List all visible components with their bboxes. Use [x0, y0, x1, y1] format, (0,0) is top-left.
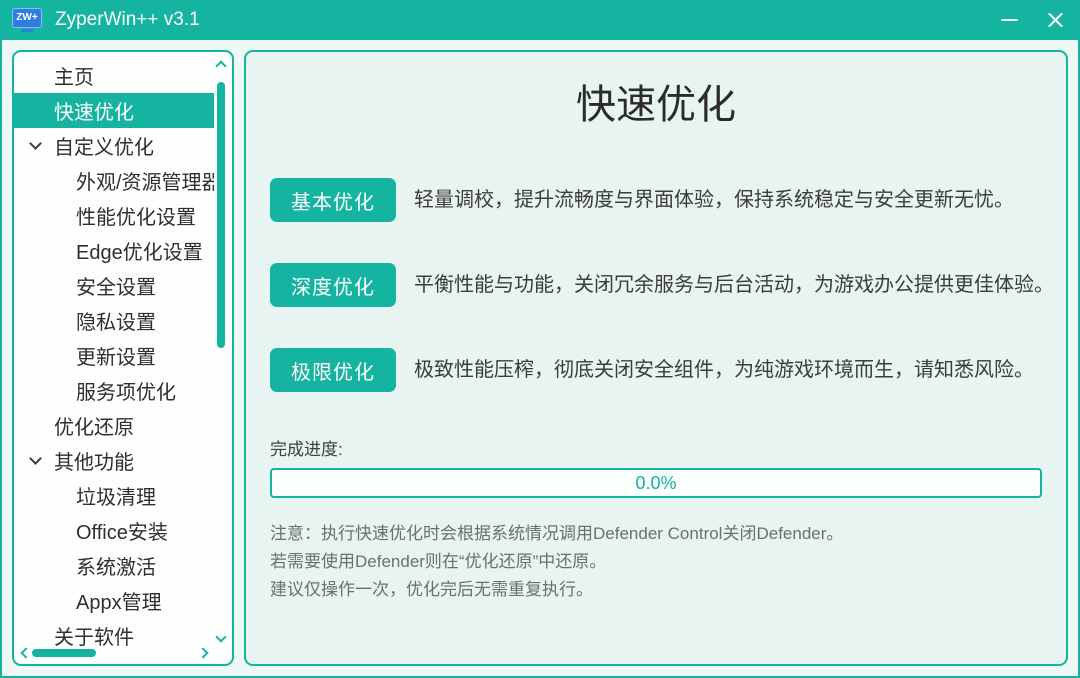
notes: 注意：执行快速优化时会根据系统情况调用Defender Control关闭Def… [270, 520, 1042, 604]
sidebar-item[interactable]: 更新设置 [14, 338, 214, 373]
sidebar-item-label: 系统激活 [76, 557, 156, 579]
sidebar-item-label: 性能优化设置 [76, 207, 196, 229]
note-line: 若需要使用Defender则在“优化还原”中还原。 [270, 552, 607, 571]
action-description: 轻量调校，提升流畅度与界面体验，保持系统稳定与安全更新无忧。 [414, 189, 1014, 211]
window-title: ZyperWin++ v3.1 [55, 9, 200, 30]
optimize-button[interactable]: 基本优化 [270, 178, 396, 222]
app-window: ZW+ ZyperWin++ v3.1 主页 快速优化 自定义优化 外观/资源管… [0, 0, 1080, 678]
sidebar-item-label: 垃圾清理 [76, 487, 156, 509]
app-logo-text: ZW+ [12, 8, 42, 28]
sidebar-item[interactable]: 安全设置 [14, 268, 214, 303]
progress-bar: 0.0% [270, 468, 1042, 498]
sidebar-nav: 主页 快速优化 自定义优化 外观/资源管理器 性能优化设置 Edge优化设置 安… [14, 58, 214, 646]
sidebar-item-label: 安全设置 [76, 277, 156, 299]
horizontal-scrollbar[interactable] [18, 646, 210, 661]
action-description: 平衡性能与功能，关闭冗余服务与后台活动，为游戏办公提供更佳体验。 [414, 274, 1054, 296]
sidebar-item-label: 主页 [54, 67, 94, 89]
action-description: 极致性能压榨，彻底关闭安全组件，为纯游戏环境而生，请知悉风险。 [414, 359, 1034, 381]
chevron-down-icon [24, 452, 46, 465]
sidebar-item[interactable]: Office安装 [14, 513, 214, 548]
sidebar-item-label: 其他功能 [54, 452, 134, 474]
sidebar-item[interactable]: Appx管理 [14, 583, 214, 618]
minimize-button[interactable] [986, 0, 1032, 40]
vertical-scrollbar[interactable] [214, 56, 229, 644]
sidebar-item-label: 关于软件 [54, 627, 134, 646]
note-line: 注意：执行快速优化时会根据系统情况调用Defender Control关闭Def… [270, 524, 844, 543]
action-row: 深度优化 平衡性能与功能，关闭冗余服务与后台活动，为游戏办公提供更佳体验。 [270, 263, 1054, 307]
sidebar: 主页 快速优化 自定义优化 外观/资源管理器 性能优化设置 Edge优化设置 安… [12, 50, 234, 666]
sidebar-item[interactable]: 主页 [14, 58, 214, 93]
main-panel: 快速优化 基本优化 轻量调校，提升流畅度与界面体验，保持系统稳定与安全更新无忧。… [244, 50, 1068, 666]
sidebar-item-label: 优化还原 [54, 417, 134, 439]
scroll-up-icon[interactable] [215, 58, 227, 70]
sidebar-item-label: 更新设置 [76, 347, 156, 369]
sidebar-item[interactable]: 隐私设置 [14, 303, 214, 338]
sidebar-item-label: Office安装 [76, 522, 168, 544]
sidebar-item[interactable]: 系统激活 [14, 548, 214, 583]
sidebar-item-label: 快速优化 [54, 102, 134, 124]
optimize-button[interactable]: 深度优化 [270, 263, 396, 307]
sidebar-item[interactable]: 优化还原 [14, 408, 214, 443]
scroll-right-icon[interactable] [198, 647, 210, 659]
action-row: 基本优化 轻量调校，提升流畅度与界面体验，保持系统稳定与安全更新无忧。 [270, 178, 1042, 222]
sidebar-item[interactable]: 性能优化设置 [14, 198, 214, 233]
sidebar-item-label: 外观/资源管理器 [76, 172, 214, 194]
sidebar-item-label: Appx管理 [76, 592, 162, 614]
app-logo-icon: ZW+ [12, 8, 42, 32]
progress-value: 0.0% [635, 472, 677, 493]
sidebar-item[interactable]: 快速优化 [14, 93, 214, 128]
vertical-scrollbar-thumb[interactable] [217, 82, 225, 348]
sidebar-item[interactable]: 自定义优化 [14, 128, 214, 163]
sidebar-item[interactable]: 关于软件 [14, 618, 214, 646]
scroll-left-icon[interactable] [18, 647, 30, 659]
action-row: 极限优化 极致性能压榨，彻底关闭安全组件，为纯游戏环境而生，请知悉风险。 [270, 348, 1042, 392]
sidebar-item[interactable]: 服务项优化 [14, 373, 214, 408]
sidebar-item-label: 服务项优化 [76, 382, 176, 404]
horizontal-scrollbar-thumb[interactable] [32, 649, 96, 657]
chevron-down-icon [24, 137, 46, 150]
window-content: 主页 快速优化 自定义优化 外观/资源管理器 性能优化设置 Edge优化设置 安… [2, 40, 1078, 676]
note-line: 建议仅操作一次，优化完后无需重复执行。 [270, 580, 593, 599]
sidebar-item[interactable]: Edge优化设置 [14, 233, 214, 268]
close-button[interactable] [1032, 0, 1078, 40]
scroll-down-icon[interactable] [215, 632, 227, 644]
optimize-button[interactable]: 极限优化 [270, 348, 396, 392]
progress-label: 完成进度: [270, 440, 343, 459]
sidebar-item-label: Edge优化设置 [76, 242, 203, 264]
sidebar-item[interactable]: 外观/资源管理器 [14, 163, 214, 198]
sidebar-item[interactable]: 垃圾清理 [14, 478, 214, 513]
sidebar-item-label: 隐私设置 [76, 312, 156, 334]
titlebar: ZW+ ZyperWin++ v3.1 [2, 0, 1078, 40]
sidebar-item-label: 自定义优化 [54, 137, 154, 159]
sidebar-item[interactable]: 其他功能 [14, 443, 214, 478]
action-list: 基本优化 轻量调校，提升流畅度与界面体验，保持系统稳定与安全更新无忧。 深度优化… [270, 178, 1054, 392]
page-title: 快速优化 [576, 83, 736, 127]
minimize-icon [1000, 19, 1018, 21]
